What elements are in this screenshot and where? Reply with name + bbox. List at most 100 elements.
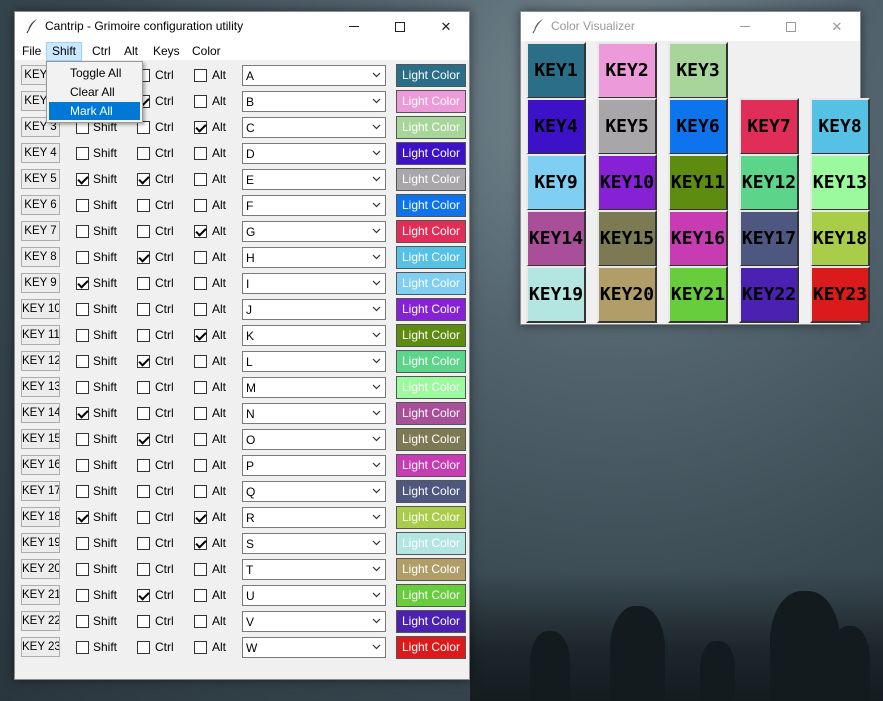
key-button[interactable]: KEY 18 bbox=[21, 507, 60, 527]
key-button[interactable]: KEY 20 bbox=[21, 559, 60, 579]
menu-color[interactable]: Color bbox=[187, 42, 226, 61]
key-value-combobox[interactable]: H bbox=[242, 247, 386, 268]
color-button[interactable]: Light Color bbox=[396, 194, 466, 217]
shift-checkbox[interactable] bbox=[76, 381, 89, 394]
ctrl-checkbox[interactable] bbox=[137, 433, 150, 446]
ctrl-checkbox[interactable] bbox=[137, 563, 150, 576]
color-button[interactable]: Light Color bbox=[396, 584, 466, 607]
key-value-combobox[interactable]: A bbox=[242, 65, 386, 86]
alt-checkbox[interactable] bbox=[194, 433, 207, 446]
shift-checkbox[interactable] bbox=[76, 355, 89, 368]
alt-checkbox[interactable] bbox=[194, 615, 207, 628]
alt-checkbox[interactable] bbox=[194, 537, 207, 550]
key-button[interactable]: KEY 15 bbox=[21, 429, 60, 449]
color-button[interactable]: Light Color bbox=[396, 480, 466, 503]
alt-checkbox[interactable] bbox=[194, 225, 207, 238]
key-value-combobox[interactable]: N bbox=[242, 403, 386, 424]
key-value-combobox[interactable]: L bbox=[242, 351, 386, 372]
key-value-combobox[interactable]: U bbox=[242, 585, 386, 606]
ctrl-checkbox[interactable] bbox=[137, 225, 150, 238]
ctrl-checkbox[interactable] bbox=[137, 511, 150, 524]
menu-item-clear-all[interactable]: Clear All bbox=[49, 83, 140, 101]
color-button[interactable]: Light Color bbox=[396, 142, 466, 165]
alt-checkbox[interactable] bbox=[194, 563, 207, 576]
alt-checkbox[interactable] bbox=[194, 589, 207, 602]
key-value-combobox[interactable]: J bbox=[242, 299, 386, 320]
alt-checkbox[interactable] bbox=[194, 355, 207, 368]
key-value-combobox[interactable]: O bbox=[242, 429, 386, 450]
maximize-button[interactable] bbox=[377, 12, 423, 41]
shift-checkbox[interactable] bbox=[76, 589, 89, 602]
alt-checkbox[interactable] bbox=[194, 329, 207, 342]
color-button[interactable]: Light Color bbox=[396, 64, 466, 87]
color-button[interactable]: Light Color bbox=[396, 558, 466, 581]
key-button[interactable]: KEY 17 bbox=[21, 481, 60, 501]
key-button[interactable]: KEY 22 bbox=[21, 611, 60, 631]
shift-checkbox[interactable] bbox=[76, 563, 89, 576]
key-button[interactable]: KEY 14 bbox=[21, 403, 60, 423]
ctrl-checkbox[interactable] bbox=[137, 381, 150, 394]
shift-checkbox[interactable] bbox=[76, 147, 89, 160]
shift-checkbox[interactable] bbox=[76, 459, 89, 472]
key-button[interactable]: KEY 19 bbox=[21, 533, 60, 553]
menu-ctrl[interactable]: Ctrl bbox=[87, 42, 116, 61]
color-button[interactable]: Light Color bbox=[396, 532, 466, 555]
alt-checkbox[interactable] bbox=[194, 407, 207, 420]
alt-checkbox[interactable] bbox=[194, 641, 207, 654]
shift-checkbox[interactable] bbox=[76, 199, 89, 212]
color-button[interactable]: Light Color bbox=[396, 90, 466, 113]
alt-checkbox[interactable] bbox=[194, 147, 207, 160]
shift-checkbox[interactable] bbox=[76, 329, 89, 342]
ctrl-checkbox[interactable] bbox=[137, 485, 150, 498]
color-button[interactable]: Light Color bbox=[396, 610, 466, 633]
key-value-combobox[interactable]: S bbox=[242, 533, 386, 554]
key-button[interactable]: KEY 12 bbox=[21, 351, 60, 371]
key-button[interactable]: KEY 16 bbox=[21, 455, 60, 475]
key-button[interactable]: KEY 8 bbox=[21, 247, 60, 267]
key-value-combobox[interactable]: K bbox=[242, 325, 386, 346]
color-button[interactable]: Light Color bbox=[396, 428, 466, 451]
key-button[interactable]: KEY 9 bbox=[21, 273, 60, 293]
shift-checkbox[interactable] bbox=[76, 641, 89, 654]
key-button[interactable]: KEY 7 bbox=[21, 221, 60, 241]
ctrl-checkbox[interactable] bbox=[137, 589, 150, 602]
alt-checkbox[interactable] bbox=[194, 277, 207, 290]
color-button[interactable]: Light Color bbox=[396, 454, 466, 477]
key-value-combobox[interactable]: B bbox=[242, 91, 386, 112]
ctrl-checkbox[interactable] bbox=[137, 537, 150, 550]
key-value-combobox[interactable]: Q bbox=[242, 481, 386, 502]
ctrl-checkbox[interactable] bbox=[137, 147, 150, 160]
minimize-button[interactable] bbox=[331, 12, 377, 41]
key-value-combobox[interactable]: W bbox=[242, 637, 386, 658]
menu-item-mark-all[interactable]: Mark All bbox=[49, 102, 140, 120]
shift-checkbox[interactable] bbox=[76, 173, 89, 186]
ctrl-checkbox[interactable] bbox=[137, 407, 150, 420]
key-value-combobox[interactable]: C bbox=[242, 117, 386, 138]
key-value-combobox[interactable]: R bbox=[242, 507, 386, 528]
alt-checkbox[interactable] bbox=[194, 199, 207, 212]
key-button[interactable]: KEY 5 bbox=[21, 169, 60, 189]
shift-checkbox[interactable] bbox=[76, 407, 89, 420]
alt-checkbox[interactable] bbox=[194, 173, 207, 186]
shift-checkbox[interactable] bbox=[76, 485, 89, 498]
alt-checkbox[interactable] bbox=[194, 303, 207, 316]
shift-checkbox[interactable] bbox=[76, 615, 89, 628]
key-value-combobox[interactable]: F bbox=[242, 195, 386, 216]
color-button[interactable]: Light Color bbox=[396, 220, 466, 243]
key-value-combobox[interactable]: P bbox=[242, 455, 386, 476]
ctrl-checkbox[interactable] bbox=[137, 459, 150, 472]
key-value-combobox[interactable]: G bbox=[242, 221, 386, 242]
key-value-combobox[interactable]: T bbox=[242, 559, 386, 580]
color-button[interactable]: Light Color bbox=[396, 506, 466, 529]
alt-checkbox[interactable] bbox=[194, 121, 207, 134]
shift-checkbox[interactable] bbox=[76, 225, 89, 238]
shift-checkbox[interactable] bbox=[76, 303, 89, 316]
color-button[interactable]: Light Color bbox=[396, 324, 466, 347]
menu-item-toggle-all[interactable]: Toggle All bbox=[49, 64, 140, 82]
alt-checkbox[interactable] bbox=[194, 95, 207, 108]
shift-checkbox[interactable] bbox=[76, 537, 89, 550]
ctrl-checkbox[interactable] bbox=[137, 173, 150, 186]
close-button[interactable]: ✕ bbox=[814, 12, 860, 41]
key-button[interactable]: KEY 10 bbox=[21, 299, 60, 319]
key-button[interactable]: KEY 13 bbox=[21, 377, 60, 397]
